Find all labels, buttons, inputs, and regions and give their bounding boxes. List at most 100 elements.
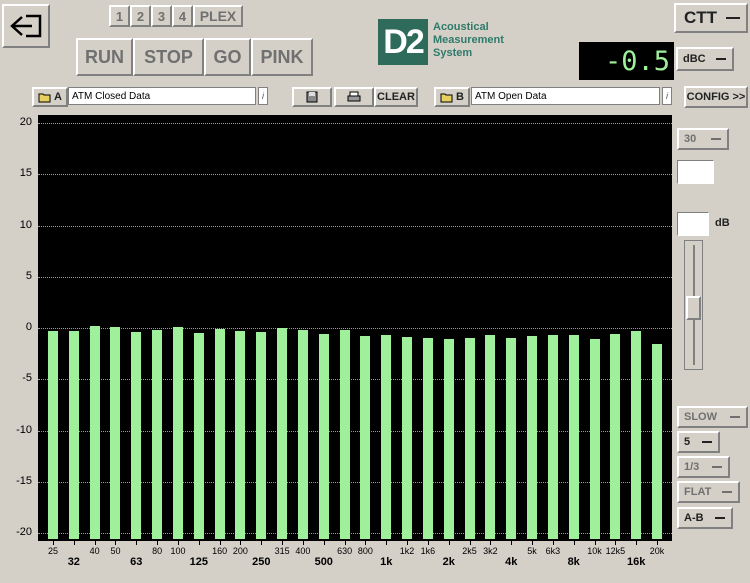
bands-dropdown[interactable]: 1/3	[677, 456, 730, 478]
logo-line-1: Acoustical	[433, 21, 489, 33]
x-tick-label: 20k	[649, 546, 665, 556]
chevron-down-icon	[716, 58, 726, 60]
spectrum-bar	[297, 330, 308, 539]
spectrum-bar	[172, 326, 183, 539]
x-tick-mark	[136, 541, 138, 545]
x-tick-mark	[344, 541, 346, 545]
weighting-dropdown[interactable]: dBC	[676, 47, 734, 71]
spectrum-bar	[235, 331, 246, 539]
spectrum-bar	[527, 336, 538, 539]
grid-line	[38, 276, 672, 278]
logo-mark: D2	[378, 19, 428, 65]
spectrum-bar	[464, 338, 475, 539]
channel-4-button[interactable]: 4	[172, 5, 193, 27]
compare-label: A-B	[684, 512, 704, 524]
config-button[interactable]: CONFIG >>	[684, 86, 748, 108]
spectrum-bar	[506, 338, 517, 539]
weighting-label: dBC	[683, 53, 706, 65]
db-label: dB	[715, 217, 730, 229]
clear-button[interactable]: CLEAR	[374, 87, 418, 107]
chevron-down-icon	[712, 466, 722, 468]
logo-line-3: System	[433, 47, 473, 59]
x-tick-mark	[198, 541, 200, 545]
file-a-field[interactable]: ATM Closed Data	[68, 87, 256, 105]
file-b-info-button[interactable]: i	[662, 87, 672, 105]
channel-1-button[interactable]: 1	[109, 5, 130, 27]
print-button[interactable]	[334, 87, 374, 107]
y-tick-label: 20	[19, 116, 32, 128]
speed-dropdown[interactable]: SLOW	[677, 406, 748, 428]
x-tick-mark	[282, 541, 284, 545]
chevron-down-icon	[730, 416, 740, 418]
x-tick-mark	[219, 541, 221, 545]
offset-input[interactable]	[677, 212, 709, 236]
y-tick-label: -15	[16, 474, 32, 487]
spectrum-bar	[131, 332, 142, 539]
spectrum-bar	[485, 335, 496, 539]
x-major-label: 4k	[505, 556, 518, 568]
y-tick-label: -5	[22, 372, 32, 385]
logo-line-2: Measurement	[433, 34, 504, 46]
chevron-down-icon	[711, 138, 721, 140]
spectrum-bar	[443, 339, 454, 539]
x-major-label: 125	[189, 556, 208, 568]
x-tick-mark	[615, 541, 617, 545]
x-major-label: 250	[252, 556, 271, 568]
run-button[interactable]: RUN	[76, 38, 133, 76]
mode-dropdown[interactable]: CTT	[674, 3, 748, 33]
x-tick-mark	[427, 541, 429, 545]
offset-slider-track[interactable]	[684, 240, 703, 370]
x-major-label: 2k	[442, 556, 455, 568]
file-b-field[interactable]: ATM Open Data	[471, 87, 660, 105]
x-tick-mark	[365, 541, 367, 545]
x-tick-mark	[490, 541, 492, 545]
save-button[interactable]	[292, 87, 332, 107]
folder-icon	[38, 93, 51, 102]
range-input[interactable]	[677, 160, 714, 184]
x-tick-label: 100	[170, 546, 186, 556]
channel-2-button[interactable]: 2	[130, 5, 151, 27]
x-tick-label: 12k5	[605, 546, 626, 556]
file-a-info-button[interactable]: i	[258, 87, 268, 105]
print-icon	[347, 91, 361, 102]
channel-3-button[interactable]: 3	[151, 5, 172, 27]
x-tick-mark	[407, 541, 409, 545]
plex-button[interactable]: PLEX	[193, 5, 243, 27]
spectrum-plot	[38, 115, 672, 541]
compare-dropdown[interactable]: A-B	[677, 507, 733, 529]
x-tick-mark	[261, 541, 263, 545]
average-label: 5	[684, 436, 691, 448]
grid-line	[38, 174, 672, 176]
back-button[interactable]	[2, 4, 50, 48]
open-a-button[interactable]: A	[32, 87, 68, 107]
average-dropdown[interactable]: 5	[677, 431, 720, 453]
offset-slider-thumb[interactable]	[686, 296, 701, 320]
x-tick-label: 1k2	[399, 546, 415, 556]
grid-line	[38, 123, 672, 124]
x-tick-label: 5k	[527, 546, 537, 556]
speed-label: SLOW	[684, 411, 717, 423]
spectrum-bar	[318, 334, 329, 539]
stop-button[interactable]: STOP	[133, 38, 204, 76]
range-dropdown[interactable]: 30	[677, 128, 729, 150]
chevron-down-icon	[726, 17, 740, 19]
x-tick-label: 630	[337, 546, 353, 556]
y-tick-label: 0	[25, 321, 32, 333]
x-tick-label: 315	[274, 546, 290, 556]
weight-dropdown[interactable]: FLAT	[677, 481, 740, 503]
open-b-button[interactable]: B	[434, 87, 470, 107]
folder-icon	[440, 93, 453, 102]
spectrum-bar	[631, 331, 642, 539]
go-button[interactable]: GO	[204, 38, 251, 76]
spectrum-bar	[652, 344, 662, 539]
x-tick-label: 25	[47, 546, 59, 556]
x-tick-label: 40	[89, 546, 100, 556]
pink-button[interactable]: PINK	[251, 38, 313, 76]
grid-line	[38, 225, 672, 227]
spectrum-bar	[381, 335, 392, 539]
x-tick-mark	[657, 541, 658, 545]
chevron-down-icon	[715, 517, 725, 519]
spectrum-bar	[422, 338, 433, 539]
x-tick-label: 80	[152, 546, 163, 556]
x-tick-label: 50	[110, 546, 121, 556]
